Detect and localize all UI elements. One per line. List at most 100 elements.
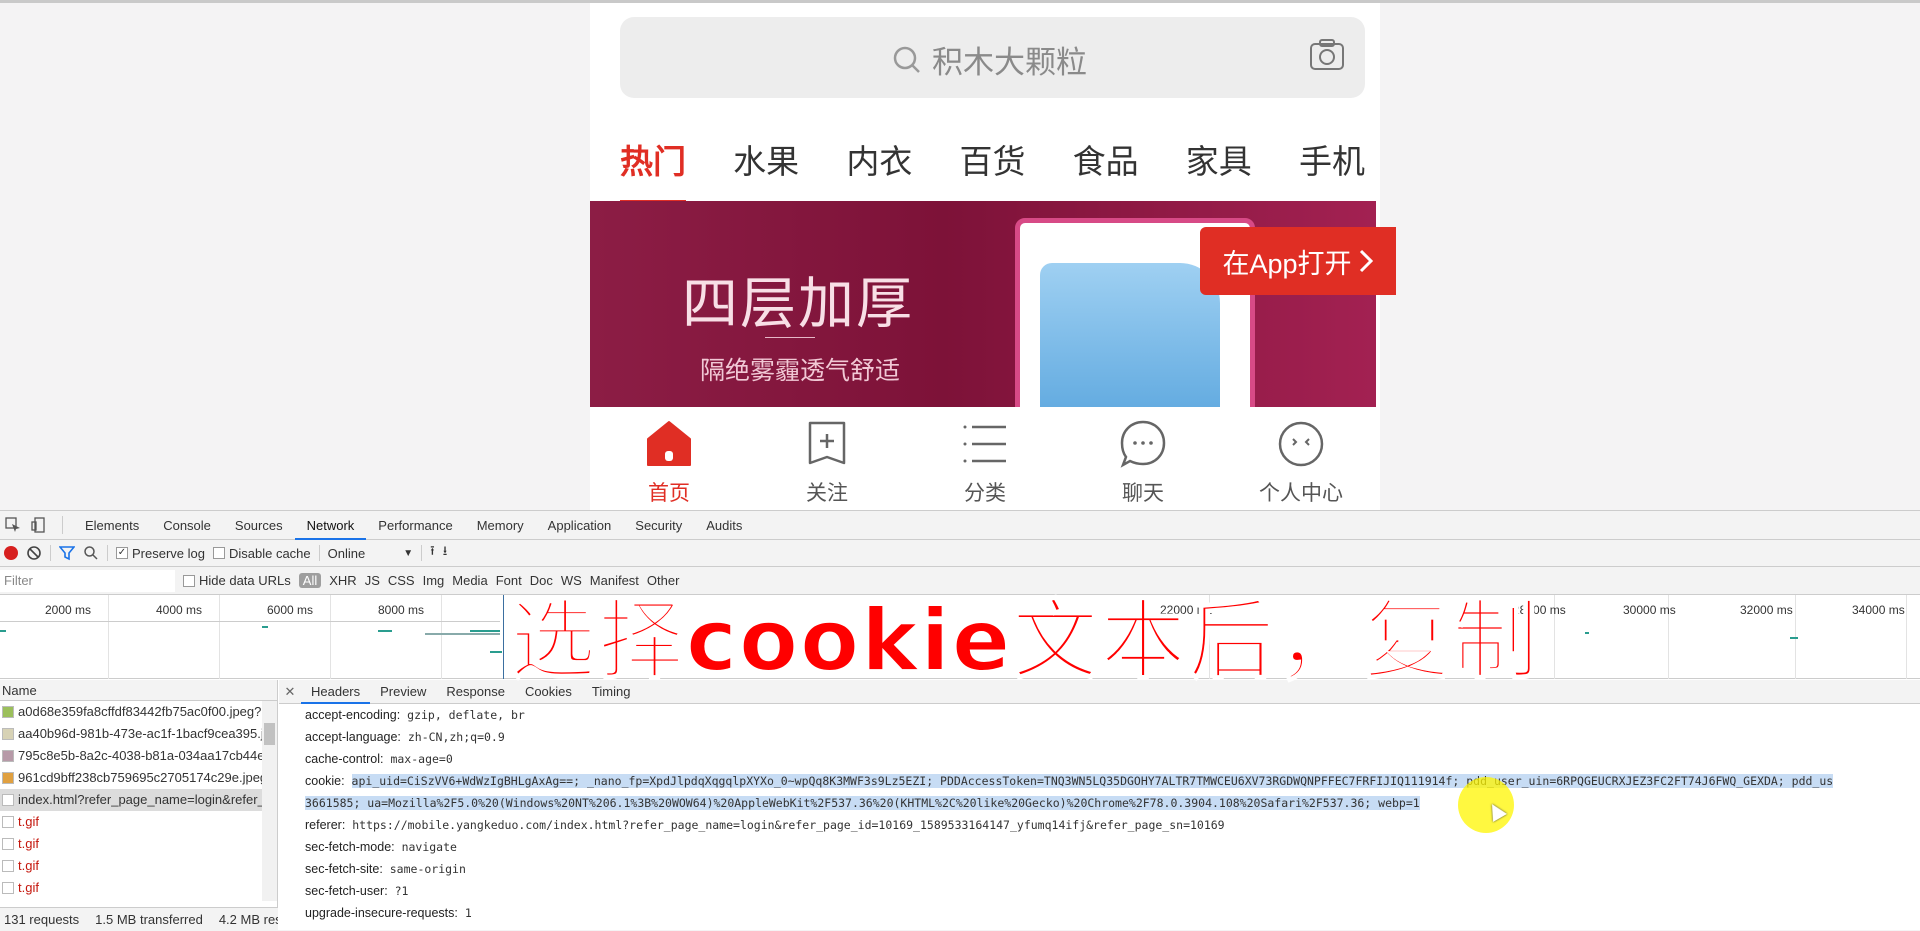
header-row: referer: https://mobile.yangkeduo.com/in… — [305, 814, 1920, 836]
request-row[interactable]: t.gif — [0, 811, 262, 833]
filter-type-media[interactable]: Media — [452, 573, 487, 588]
face-icon — [1278, 421, 1324, 467]
filter-type-xhr[interactable]: XHR — [329, 573, 356, 588]
tab-profile[interactable]: 个人中心 — [1222, 407, 1380, 510]
request-row[interactable]: t.gif — [0, 833, 262, 855]
tab-memory[interactable]: Memory — [465, 511, 536, 540]
scrollbar-thumb[interactable] — [264, 723, 275, 745]
filter-icon[interactable] — [59, 545, 75, 561]
tab-category[interactable]: 分类 — [906, 407, 1064, 510]
column-header-name[interactable]: Name — [0, 680, 277, 701]
tab-console[interactable]: Console — [151, 511, 223, 540]
cookie-value-selected[interactable]: 3661585; ua=Mozilla%2F5.0%20(Windows%20N… — [305, 796, 1420, 810]
header-row: sec-fetch-site: same-origin — [305, 858, 1920, 880]
mouse-highlight — [1458, 777, 1514, 833]
header-key: cookie: — [305, 774, 345, 788]
preserve-log-checkbox[interactable]: ✓ Preserve log — [116, 546, 205, 561]
header-value[interactable]: navigate — [402, 840, 457, 854]
record-button[interactable] — [4, 546, 18, 560]
header-key: sec-fetch-user: — [305, 884, 388, 898]
dropdown-arrow-icon[interactable]: ▼ — [403, 548, 413, 559]
filter-type-all[interactable]: All — [298, 573, 322, 588]
tab-network[interactable]: Network — [294, 511, 367, 540]
request-name: t.gif — [18, 814, 39, 829]
filter-type-img[interactable]: Img — [423, 573, 445, 588]
category-tab-general[interactable]: 百货 — [959, 135, 1025, 203]
tab-response[interactable]: Response — [436, 680, 515, 704]
request-row-selected[interactable]: index.html?refer_page_name=login&refer_p — [0, 789, 262, 811]
hide-data-urls-checkbox[interactable]: Hide data URLs — [183, 573, 291, 588]
image-file-icon — [2, 706, 14, 718]
timeline-cursor-line — [503, 595, 504, 679]
transferred-size: 1.5 MB transferred — [95, 912, 203, 927]
category-tabs: 热门 水果 内衣 百货 食品 家具 手机 — [620, 135, 1365, 203]
search-icon[interactable] — [83, 545, 99, 561]
filter-input[interactable]: Filter — [0, 569, 175, 592]
tab-security[interactable]: Security — [623, 511, 694, 540]
header-key: accept-language: — [305, 730, 401, 744]
home-icon — [647, 421, 691, 466]
open-in-app-button[interactable]: 在App打开 — [1200, 227, 1396, 295]
request-row[interactable]: aa40b96d-981b-473e-ac1f-1bacf9cea395.jpg — [0, 723, 262, 745]
export-har-icon[interactable]: ⭳ — [443, 542, 448, 564]
request-row[interactable]: 961cd9bff238cb759695c2705174c29e.jpeg?i.… — [0, 767, 262, 789]
header-value[interactable]: ?1 — [395, 884, 409, 898]
throttling-select[interactable]: Online — [328, 546, 366, 561]
timeline-gridline — [441, 595, 442, 679]
tab-chat[interactable]: 聊天 — [1064, 407, 1222, 510]
category-tab-phone[interactable]: 手机 — [1299, 135, 1365, 203]
clear-icon[interactable] — [26, 545, 42, 561]
header-row: sec-fetch-user: ?1 — [305, 880, 1920, 902]
request-row[interactable]: a0d68e359fa8cffdf83442fb75ac0f00.jpeg?im… — [0, 701, 262, 723]
request-name: a0d68e359fa8cffdf83442fb75ac0f00.jpeg?im… — [18, 704, 262, 719]
request-headers-list: accept-encoding: gzip, deflate, br accep… — [279, 704, 1920, 924]
camera-icon[interactable] — [1309, 39, 1345, 71]
request-row[interactable]: t.gif — [0, 877, 262, 899]
close-icon[interactable]: ✕ — [279, 684, 301, 700]
chevron-right-icon — [1359, 249, 1373, 273]
category-tab-fruit[interactable]: 水果 — [733, 135, 799, 203]
category-tab-hot[interactable]: 热门 — [620, 135, 686, 203]
request-row[interactable]: t.gif — [0, 855, 262, 877]
inspect-element-icon[interactable] — [0, 511, 26, 540]
category-tab-food[interactable]: 食品 — [1073, 135, 1139, 203]
import-har-icon[interactable]: ⭱ — [430, 542, 435, 564]
tab-performance[interactable]: Performance — [366, 511, 464, 540]
image-file-icon — [2, 772, 14, 784]
header-value[interactable]: https://mobile.yangkeduo.com/index.html?… — [352, 818, 1224, 832]
category-tab-underwear[interactable]: 内衣 — [846, 135, 912, 203]
tab-elements[interactable]: Elements — [73, 511, 151, 540]
request-row[interactable]: 795c8e5b-8a2c-4038-b81a-034aa17cb44e.jp.… — [0, 745, 262, 767]
divider — [421, 545, 423, 561]
tab-application[interactable]: Application — [536, 511, 624, 540]
network-lower-area: Name a0d68e359fa8cffdf83442fb75ac0f00.jp… — [0, 680, 1920, 931]
tab-profile-label: 个人中心 — [1259, 482, 1343, 505]
banner-divider — [765, 337, 815, 338]
cookie-value-selected[interactable]: api_uid=CiSzVV6+WdWzIgBHLgAxAg==; _nano_… — [351, 774, 1834, 788]
header-value[interactable]: gzip, deflate, br — [407, 708, 525, 722]
request-list-scrollbar[interactable] — [262, 701, 277, 901]
tab-preview[interactable]: Preview — [370, 680, 436, 704]
disable-cache-checkbox[interactable]: Disable cache — [212, 546, 311, 561]
header-row: accept-encoding: gzip, deflate, br — [305, 704, 1920, 726]
tab-headers[interactable]: Headers — [301, 680, 371, 704]
preserve-log-label: Preserve log — [132, 545, 205, 561]
header-value[interactable]: zh-CN,zh;q=0.9 — [408, 730, 505, 744]
tab-category-label: 分类 — [964, 482, 1006, 505]
tab-follow[interactable]: 关注 — [748, 407, 906, 510]
header-value[interactable]: max-age=0 — [390, 752, 452, 766]
category-tab-furniture[interactable]: 家具 — [1186, 135, 1252, 203]
timeline-gridline — [219, 595, 220, 679]
tab-audits[interactable]: Audits — [694, 511, 754, 540]
filter-type-css[interactable]: CSS — [388, 573, 415, 588]
timeline-tick: 8000 ms — [378, 603, 425, 617]
header-value[interactable]: same-origin — [390, 862, 466, 876]
banner-subtitle: 隔绝雾霾透气舒适 — [700, 357, 901, 385]
header-value[interactable]: 1 — [465, 906, 472, 920]
search-placeholder-group: 积木大颗粒 — [892, 37, 1087, 82]
tab-home[interactable]: 首页 — [590, 407, 748, 510]
search-bar[interactable]: 积木大颗粒 — [620, 17, 1365, 98]
filter-type-js[interactable]: JS — [365, 573, 380, 588]
device-toolbar-icon[interactable] — [26, 511, 52, 540]
tab-sources[interactable]: Sources — [223, 511, 295, 540]
